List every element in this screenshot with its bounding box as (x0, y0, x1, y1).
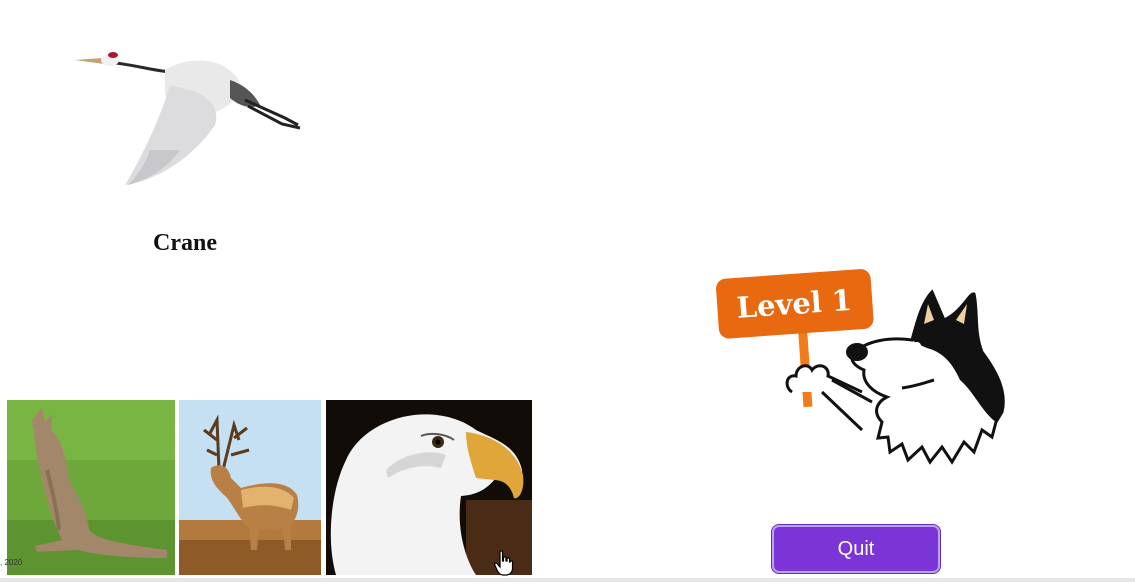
crane-tail (230, 80, 260, 108)
kangaroo-photo (7, 400, 175, 575)
husky-holding-sign: Level 1 (716, 269, 1005, 465)
choice-elk[interactable] (179, 400, 321, 575)
year-text: , 2020 (0, 558, 23, 567)
quit-button[interactable]: Quit (772, 525, 940, 573)
crane-crown (108, 52, 118, 58)
crane-wing (125, 85, 217, 185)
crane-legs (244, 98, 301, 130)
animal-name: Crane (153, 230, 217, 256)
crane-illustration (75, 52, 301, 185)
elk-photo (179, 400, 321, 575)
crane-beak (75, 58, 104, 64)
choice-kangaroo[interactable] (7, 400, 175, 575)
bottom-divider (0, 578, 1135, 582)
hand-cursor-icon (494, 550, 514, 576)
husky-paw (785, 364, 863, 394)
eagle-photo (326, 400, 532, 575)
husky-nose (846, 343, 868, 361)
choice-eagle[interactable] (326, 400, 532, 575)
